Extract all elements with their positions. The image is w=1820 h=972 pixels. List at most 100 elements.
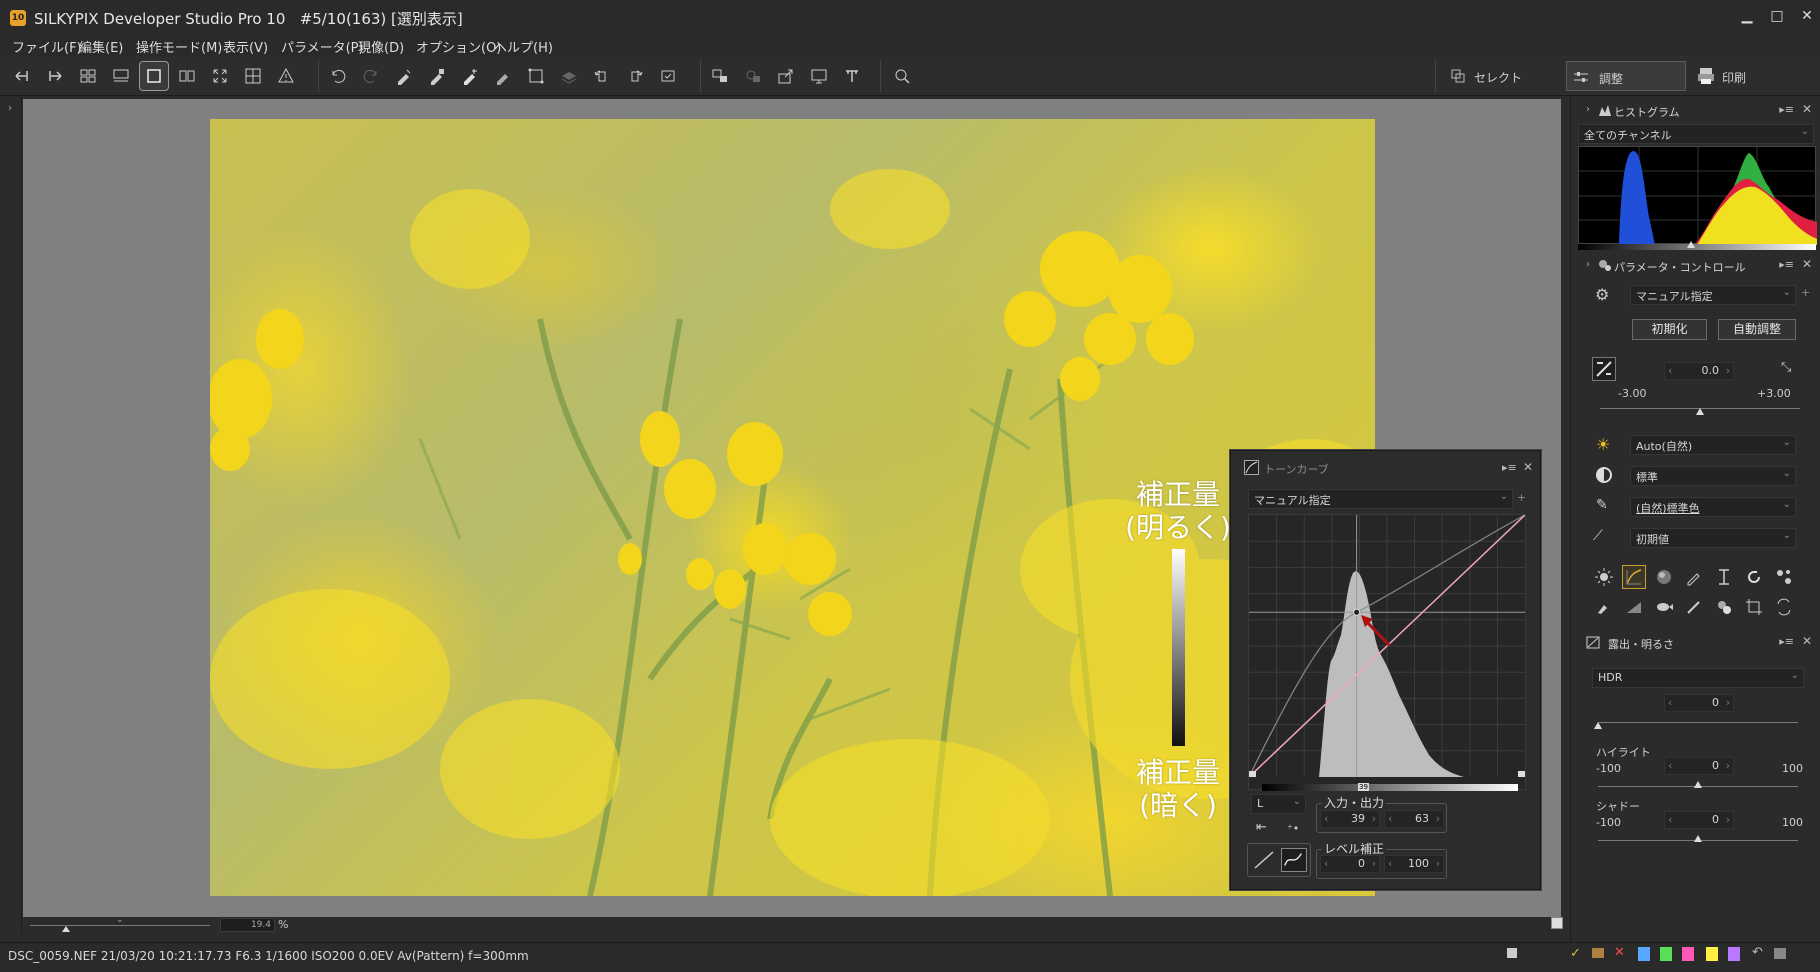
mark-icon[interactable] xyxy=(654,62,682,90)
expand-left-icon[interactable]: › xyxy=(8,103,12,114)
shadow-spinner[interactable]: ‹ 0 › xyxy=(1664,811,1734,829)
search-icon[interactable] xyxy=(888,62,916,90)
hdr-spinner[interactable]: ‹ 0 › xyxy=(1664,694,1734,712)
contrast-icon[interactable] xyxy=(1596,467,1612,483)
param-control-header[interactable]: › パラメータ・コントロール ▸≡ ✕ xyxy=(1576,256,1816,276)
exposure-panel-header[interactable]: 露出・明るさ ▸≡ ✕ xyxy=(1576,633,1816,653)
increment-icon[interactable]: › xyxy=(1726,759,1730,772)
layers-icon[interactable] xyxy=(555,62,583,90)
text-tool-icon[interactable] xyxy=(1713,566,1735,588)
increment-icon[interactable]: › xyxy=(1436,812,1440,825)
menu-develop[interactable]: 現像(D) xyxy=(358,37,404,56)
decrement-icon[interactable]: ‹ xyxy=(1324,857,1328,870)
redo-icon[interactable] xyxy=(357,62,385,90)
add-preset-icon[interactable]: + xyxy=(1801,286,1810,299)
brightness-tool-icon[interactable] xyxy=(1593,566,1615,588)
paste-all-icon[interactable] xyxy=(456,62,484,90)
rotate-right-icon[interactable] xyxy=(621,62,649,90)
mode-select-button[interactable]: セレクト xyxy=(1444,61,1564,91)
zoom-slider-track[interactable] xyxy=(30,925,210,926)
panel-menu-icon[interactable]: ▸≡ xyxy=(1779,103,1794,116)
exposure-icon[interactable] xyxy=(1592,357,1616,381)
copy-parameter-icon[interactable] xyxy=(390,62,418,90)
decrement-icon[interactable]: ‹ xyxy=(1668,759,1672,772)
reset-button[interactable]: 初期化 xyxy=(1632,319,1707,340)
spot-tool-icon[interactable] xyxy=(1713,596,1735,618)
white-balance-sun-icon[interactable]: ☀ xyxy=(1596,435,1610,454)
menu-view[interactable]: 表示(V) xyxy=(223,37,268,56)
grid-icon[interactable] xyxy=(239,62,267,90)
color-dropper-icon[interactable]: ✎ xyxy=(1596,497,1608,513)
export-icon[interactable] xyxy=(772,62,800,90)
auto-adjust-button[interactable]: 自動調整 xyxy=(1718,319,1796,340)
panel-menu-icon[interactable]: ▸≡ xyxy=(1779,258,1794,271)
menu-option[interactable]: オプション(O) xyxy=(416,37,501,56)
output-spinner[interactable]: ‹ 63 › xyxy=(1384,810,1444,828)
exposure-slider-thumb[interactable] xyxy=(1696,408,1704,415)
increment-icon[interactable]: › xyxy=(1372,857,1376,870)
sharpness-icon[interactable]: ⟋ xyxy=(1593,528,1603,544)
fish-tool-icon[interactable] xyxy=(1653,596,1675,618)
zoom-slider-thumb[interactable] xyxy=(62,926,70,932)
thumbnail-view-icon[interactable] xyxy=(74,62,102,90)
increment-icon[interactable]: › xyxy=(1726,364,1730,377)
hdr-slider-thumb[interactable] xyxy=(1594,722,1602,729)
nodes-tool-icon[interactable] xyxy=(1773,566,1795,588)
tone-curve-graph[interactable] xyxy=(1248,514,1526,790)
tool-icon[interactable] xyxy=(838,62,866,90)
purple-tag-icon[interactable] xyxy=(1728,947,1740,961)
menu-file[interactable]: ファイル(F) xyxy=(12,37,82,56)
undo-mark-icon[interactable]: ↶ xyxy=(1752,945,1763,960)
decrement-icon[interactable]: ‹ xyxy=(1668,813,1672,826)
filmstrip-view-icon[interactable] xyxy=(107,62,135,90)
add-point-icon[interactable]: ⁺• xyxy=(1287,822,1299,835)
monitor-icon[interactable] xyxy=(805,62,833,90)
highlight-spinner[interactable]: ‹ 0 › xyxy=(1664,757,1734,775)
transform-tool-icon[interactable] xyxy=(1773,596,1795,618)
taste-preset-select[interactable]: マニュアル指定 ⌄ xyxy=(1630,285,1796,305)
rating-edit-icon[interactable] xyxy=(1507,948,1517,958)
fullscreen-icon[interactable] xyxy=(206,62,234,90)
add-preset-icon[interactable]: + xyxy=(1517,491,1526,504)
spline-curve-button[interactable] xyxy=(1281,848,1307,872)
undo-icon[interactable] xyxy=(324,62,352,90)
panel-close-icon[interactable]: ✕ xyxy=(1802,102,1812,116)
paste-parameter-icon[interactable] xyxy=(423,62,451,90)
rotate-tool-icon[interactable] xyxy=(1743,566,1765,588)
tone-curve-channel-select[interactable]: L ⌄ xyxy=(1251,794,1306,814)
increment-icon[interactable]: › xyxy=(1726,696,1730,709)
decrement-icon[interactable]: ‹ xyxy=(1668,696,1672,709)
yellow-tag-icon[interactable] xyxy=(1706,947,1718,961)
panel-close-icon[interactable]: ✕ xyxy=(1523,460,1533,474)
pen-tool-icon[interactable] xyxy=(1683,596,1705,618)
compare-view-icon[interactable] xyxy=(173,62,201,90)
green-tag-icon[interactable] xyxy=(1660,947,1672,961)
menu-help[interactable]: ヘルプ(H) xyxy=(494,37,553,56)
close-button[interactable]: ✕ xyxy=(1792,6,1820,26)
pink-tag-icon[interactable] xyxy=(1682,947,1694,961)
histogram-header[interactable]: › ヒストグラム ▸≡ ✕ xyxy=(1576,101,1816,121)
clear-parameter-icon[interactable] xyxy=(489,62,517,90)
rotate-left-icon[interactable] xyxy=(588,62,616,90)
dropper-tool-icon[interactable] xyxy=(1683,566,1705,588)
menu-edit[interactable]: 編集(E) xyxy=(79,37,123,56)
develop-icon[interactable] xyxy=(706,62,734,90)
level-high-spinner[interactable]: ‹ 100 › xyxy=(1384,855,1444,873)
mode-adjust-button[interactable]: 調整 xyxy=(1566,61,1686,91)
lock-icon[interactable] xyxy=(1774,948,1786,959)
level-low-spinner[interactable]: ‹ 0 › xyxy=(1320,855,1380,873)
hdr-slider-track[interactable] xyxy=(1598,722,1798,723)
prev-image-icon[interactable] xyxy=(8,62,36,90)
white-balance-select[interactable]: Auto(自然) ⌄ xyxy=(1630,435,1796,455)
increment-icon[interactable]: › xyxy=(1726,813,1730,826)
minimize-button[interactable]: ▁ xyxy=(1732,6,1762,26)
mode-print-button[interactable]: 印刷 xyxy=(1690,61,1810,91)
menu-operation-mode[interactable]: 操作モード(M) xyxy=(136,37,222,56)
sharpness-select[interactable]: 初期値 ⌄ xyxy=(1630,528,1796,548)
histogram-channel-select[interactable]: 全てのチャンネル ⌄ xyxy=(1578,124,1814,144)
panel-menu-icon[interactable]: ▸≡ xyxy=(1779,635,1794,648)
highlight-slider-thumb[interactable] xyxy=(1694,781,1702,788)
shadow-slider-thumb[interactable] xyxy=(1694,835,1702,842)
gradient-tool-icon[interactable] xyxy=(1623,596,1645,618)
linear-curve-button[interactable] xyxy=(1251,848,1277,872)
